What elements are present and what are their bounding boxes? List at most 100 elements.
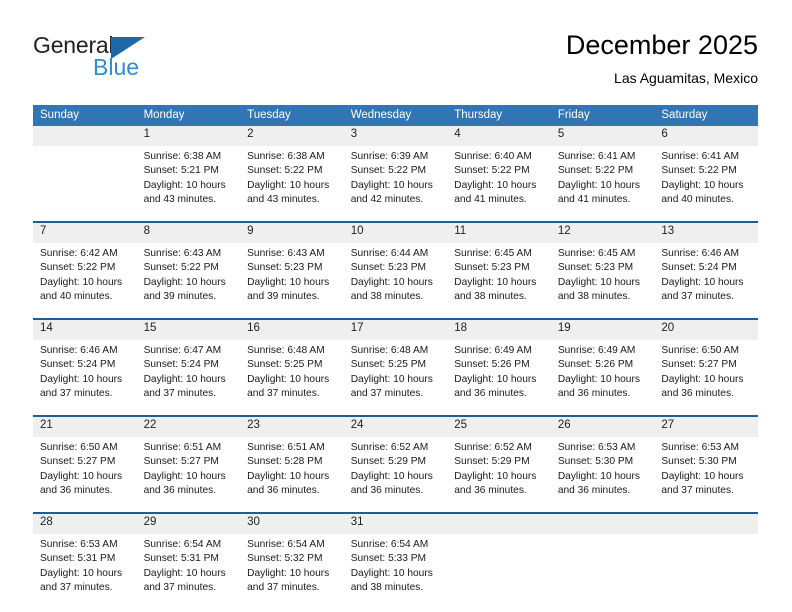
day-cell[interactable]: Sunrise: 6:45 AM Sunset: 5:23 PM Daylight:… xyxy=(447,243,551,318)
day-cell[interactable]: Sunrise: 6:50 AM Sunset: 5:27 PM Daylight:… xyxy=(654,340,758,415)
day-cell[interactable]: Sunrise: 6:54 AM Sunset: 5:31 PM Daylight:… xyxy=(136,534,241,609)
day-number-cell[interactable]: 26 xyxy=(550,417,655,437)
sunrise-time: Sunrise: 6:47 AM xyxy=(143,345,222,356)
day-cell[interactable]: Sunrise: 6:43 AM Sunset: 5:23 PM Daylight:… xyxy=(240,243,344,318)
sunrise-time: Sunrise: 6:46 AM xyxy=(40,345,118,356)
day-number-cell[interactable]: 29 xyxy=(136,514,241,534)
daylight-duration-line1: Daylight: 10 hours xyxy=(454,470,537,482)
day-cell[interactable]: Sunrise: 6:53 AM Sunset: 5:30 PM Daylight:… xyxy=(654,437,758,512)
day-number-cell[interactable]: 2 xyxy=(240,126,344,146)
day-number-cell[interactable]: 16 xyxy=(240,320,344,340)
calendar-page: General Blue December 2025 Las Aguamitas… xyxy=(0,0,792,612)
day-cell[interactable]: Sunrise: 6:49 AM Sunset: 5:26 PM Daylight:… xyxy=(447,340,551,415)
day-cell[interactable]: Sunrise: 6:38 AM Sunset: 5:22 PM Daylight:… xyxy=(240,146,344,221)
sunrise-time: Sunrise: 6:38 AM xyxy=(247,151,325,162)
day-cell[interactable]: Sunrise: 6:53 AM Sunset: 5:31 PM Daylight:… xyxy=(33,534,137,609)
daylight-duration-line1: Daylight: 10 hours xyxy=(557,373,640,385)
day-cell[interactable]: Sunrise: 6:50 AM Sunset: 5:27 PM Daylight:… xyxy=(33,437,137,512)
day-number-row: 14 15 16 17 18 19 20 xyxy=(33,320,758,340)
day-cell[interactable]: Sunrise: 6:54 AM Sunset: 5:33 PM Daylight:… xyxy=(343,534,448,609)
day-number-cell[interactable]: 28 xyxy=(33,514,137,534)
day-number-cell[interactable]: 14 xyxy=(33,320,137,340)
day-number-cell[interactable]: 17 xyxy=(343,320,448,340)
day-cell[interactable]: Sunrise: 6:45 AM Sunset: 5:23 PM Daylight:… xyxy=(550,243,655,318)
general-blue-logo[interactable]: General Blue xyxy=(33,32,253,90)
day-cell[interactable]: Sunrise: 6:39 AM Sunset: 5:22 PM Daylight:… xyxy=(343,146,448,221)
day-number-cell[interactable]: 4 xyxy=(447,126,551,146)
daylight-duration-line1: Daylight: 10 hours xyxy=(454,276,537,288)
sunrise-time: Sunrise: 6:54 AM xyxy=(247,539,325,550)
daylight-duration-line1: Daylight: 10 hours xyxy=(143,276,226,288)
day-number-cell[interactable]: 9 xyxy=(240,223,344,243)
day-cell[interactable]: Sunrise: 6:48 AM Sunset: 5:25 PM Daylight:… xyxy=(343,340,448,415)
day-number-cell[interactable]: 15 xyxy=(136,320,241,340)
day-cell[interactable]: Sunrise: 6:51 AM Sunset: 5:27 PM Daylight:… xyxy=(136,437,241,512)
day-cell[interactable]: Sunrise: 6:51 AM Sunset: 5:28 PM Daylight:… xyxy=(240,437,344,512)
sunset-time: Sunset: 5:31 PM xyxy=(143,553,219,565)
day-number-cell[interactable]: 20 xyxy=(654,320,758,340)
day-cell[interactable]: Sunrise: 6:53 AM Sunset: 5:30 PM Daylight:… xyxy=(550,437,655,512)
day-number-cell[interactable]: 19 xyxy=(550,320,655,340)
day-cell[interactable]: Sunrise: 6:41 AM Sunset: 5:22 PM Daylight:… xyxy=(654,146,758,221)
daylight-duration-line2: and 36 minutes. xyxy=(557,387,631,399)
sunset-time: Sunset: 5:29 PM xyxy=(350,456,427,468)
sunrise-time: Sunrise: 6:43 AM xyxy=(143,248,222,259)
day-cell[interactable]: Sunrise: 6:46 AM Sunset: 5:24 PM Daylight:… xyxy=(654,243,758,318)
day-number-cell[interactable]: 11 xyxy=(447,223,551,243)
day-number-cell[interactable]: 22 xyxy=(136,417,241,437)
sunrise-time: Sunrise: 6:50 AM xyxy=(40,442,118,453)
day-number-cell[interactable]: 7 xyxy=(33,223,137,243)
daylight-duration-line1: Daylight: 10 hours xyxy=(454,373,537,385)
daylight-duration-line2: and 37 minutes. xyxy=(661,484,734,496)
day-number-cell[interactable]: 18 xyxy=(447,320,551,340)
daylight-duration-line1: Daylight: 10 hours xyxy=(557,470,640,482)
day-cell[interactable]: Sunrise: 6:54 AM Sunset: 5:32 PM Daylight:… xyxy=(240,534,344,609)
day-cell[interactable]: Sunrise: 6:49 AM Sunset: 5:26 PM Daylight:… xyxy=(550,340,655,415)
day-cell[interactable]: Sunrise: 6:41 AM Sunset: 5:22 PM Daylight:… xyxy=(550,146,655,221)
sunrise-time: Sunrise: 6:45 AM xyxy=(557,248,636,259)
day-number-cell[interactable]: 25 xyxy=(447,417,551,437)
daylight-duration-line2: and 37 minutes. xyxy=(143,581,217,593)
day-cell[interactable]: Sunrise: 6:38 AM Sunset: 5:21 PM Daylight:… xyxy=(136,146,241,221)
day-cell[interactable]: Sunrise: 6:40 AM Sunset: 5:22 PM Daylight:… xyxy=(447,146,551,221)
day-number-cell[interactable]: 13 xyxy=(654,223,758,243)
day-cell[interactable]: Sunrise: 6:52 AM Sunset: 5:29 PM Daylight:… xyxy=(343,437,448,512)
daylight-duration-line1: Daylight: 10 hours xyxy=(557,276,640,288)
day-number-cell[interactable]: 12 xyxy=(550,223,655,243)
day-number-cell[interactable]: 23 xyxy=(240,417,344,437)
day-number-cell[interactable]: 5 xyxy=(550,126,655,146)
day-number-cell[interactable]: 21 xyxy=(33,417,137,437)
day-cell[interactable]: Sunrise: 6:52 AM Sunset: 5:29 PM Daylight:… xyxy=(447,437,551,512)
day-number-cell[interactable]: 30 xyxy=(240,514,344,534)
daylight-duration-line2: and 37 minutes. xyxy=(661,290,734,302)
sunset-time: Sunset: 5:22 PM xyxy=(40,262,116,274)
daylight-duration-line1: Daylight: 10 hours xyxy=(661,179,744,191)
daylight-duration-line2: and 36 minutes. xyxy=(143,484,217,496)
day-number-cell[interactable]: 8 xyxy=(136,223,241,243)
daylight-duration-line2: and 38 minutes. xyxy=(454,290,527,302)
day-number-cell[interactable]: 1 xyxy=(136,126,241,146)
day-number-cell[interactable]: 24 xyxy=(343,417,448,437)
daylight-duration-line2: and 43 minutes. xyxy=(247,193,320,205)
day-cell[interactable]: Sunrise: 6:48 AM Sunset: 5:25 PM Daylight:… xyxy=(240,340,344,415)
day-info-row: Sunrise: 6:53 AM Sunset: 5:31 PM Daylight:… xyxy=(33,534,758,609)
daylight-duration-line2: and 38 minutes. xyxy=(350,581,424,593)
sunset-time: Sunset: 5:27 PM xyxy=(40,456,116,468)
day-info-row: Sunrise: 6:50 AM Sunset: 5:27 PM Daylight:… xyxy=(33,437,758,512)
sunrise-time: Sunrise: 6:49 AM xyxy=(454,345,532,356)
day-cell[interactable]: Sunrise: 6:44 AM Sunset: 5:23 PM Daylight:… xyxy=(343,243,448,318)
day-number-cell[interactable]: 6 xyxy=(654,126,758,146)
day-cell[interactable]: Sunrise: 6:46 AM Sunset: 5:24 PM Daylight:… xyxy=(33,340,137,415)
page-subtitle: Las Aguamitas, Mexico xyxy=(614,70,758,86)
day-number-cell[interactable]: 27 xyxy=(654,417,758,437)
sunset-time: Sunset: 5:24 PM xyxy=(40,359,116,371)
day-cell[interactable]: Sunrise: 6:43 AM Sunset: 5:22 PM Daylight:… xyxy=(136,243,241,318)
day-number-cell[interactable]: 10 xyxy=(343,223,448,243)
sunset-time: Sunset: 5:30 PM xyxy=(557,456,634,468)
day-number-cell[interactable]: 3 xyxy=(343,126,448,146)
sunrise-time: Sunrise: 6:48 AM xyxy=(247,345,325,356)
day-cell[interactable]: Sunrise: 6:47 AM Sunset: 5:24 PM Daylight:… xyxy=(136,340,241,415)
daylight-duration-line2: and 41 minutes. xyxy=(557,193,631,205)
day-number-cell[interactable]: 31 xyxy=(343,514,448,534)
day-cell[interactable]: Sunrise: 6:42 AM Sunset: 5:22 PM Daylight:… xyxy=(33,243,137,318)
